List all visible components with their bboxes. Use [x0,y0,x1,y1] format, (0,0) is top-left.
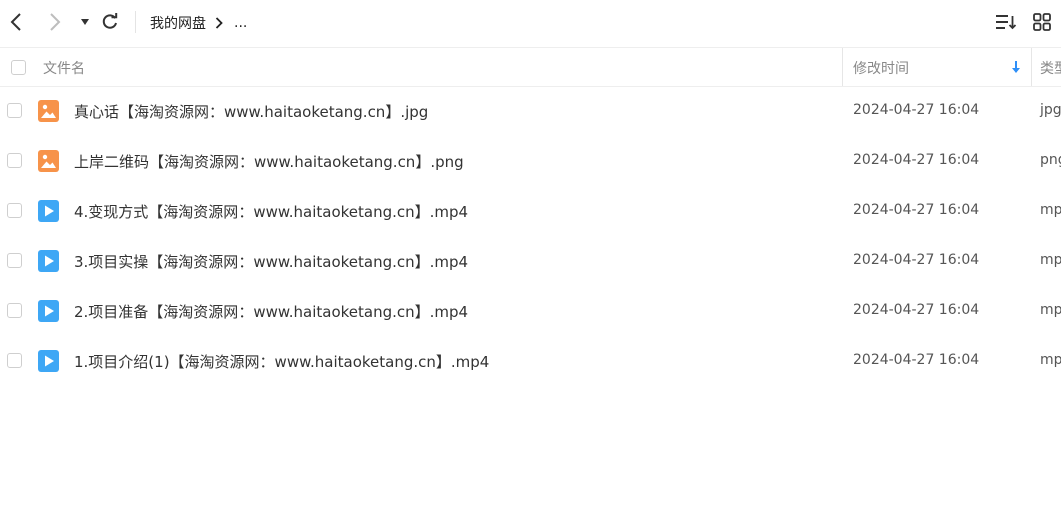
row-checkbox[interactable] [7,203,22,218]
breadcrumb-separator-icon [215,17,223,29]
chevron-right-icon [50,13,61,31]
file-modified-time: 2024-04-27 16:04 [853,352,980,368]
row-checkbox[interactable] [7,303,22,318]
file-modified-time: 2024-04-27 16:04 [853,202,980,218]
file-type: jpg [1040,102,1061,118]
sort-list-icon [996,15,1017,30]
file-modified-time: 2024-04-27 16:04 [853,102,980,118]
row-checkbox[interactable] [7,103,22,118]
column-divider [842,48,843,86]
video-file-icon [38,350,59,372]
column-header-modified[interactable]: 修改时间 [853,58,909,78]
file-type: mp4 [1040,352,1061,368]
file-name[interactable]: 2.项目准备【海淘资源网：www.haitaoketang.cn】.mp4 [74,301,468,322]
breadcrumb-root[interactable]: 我的网盘 [150,13,206,33]
toolbar-divider [135,11,136,33]
file-name[interactable]: 4.变现方式【海淘资源网：www.haitaoketang.cn】.mp4 [74,201,468,222]
video-file-icon [38,300,59,322]
grid-view-button[interactable] [1029,9,1055,35]
file-type: mp4 [1040,252,1061,268]
file-name[interactable]: 3.项目实操【海淘资源网：www.haitaoketang.cn】.mp4 [74,251,468,272]
sort-menu-button[interactable] [993,9,1019,35]
file-modified-time: 2024-04-27 16:04 [853,302,980,318]
refresh-icon [102,13,118,29]
file-row[interactable]: 3.项目实操【海淘资源网：www.haitaoketang.cn】.mp4 20… [0,236,1061,286]
file-type: mp4 [1040,302,1061,318]
video-file-icon [38,200,59,222]
breadcrumb: 我的网盘 ... [150,12,247,34]
sort-descending-icon [1012,61,1020,73]
row-checkbox[interactable] [7,353,22,368]
row-checkbox[interactable] [7,153,22,168]
file-name[interactable]: 上岸二维码【海淘资源网：www.haitaoketang.cn】.png [74,151,464,172]
file-modified-time: 2024-04-27 16:04 [853,252,980,268]
file-type: mp4 [1040,202,1061,218]
back-button[interactable] [3,9,29,35]
select-all-checkbox[interactable] [11,60,26,75]
file-row[interactable]: 4.变现方式【海淘资源网：www.haitaoketang.cn】.mp4 20… [0,186,1061,236]
file-list-header: 文件名 修改时间 类型 [0,47,1061,87]
video-file-icon [38,250,59,272]
image-file-icon [38,150,59,172]
forward-button[interactable] [42,9,68,35]
file-row[interactable]: 上岸二维码【海淘资源网：www.haitaoketang.cn】.png 202… [0,136,1061,186]
column-header-name[interactable]: 文件名 [43,58,85,78]
history-dropdown-button[interactable] [72,9,98,35]
file-name[interactable]: 1.项目介绍(1)【海淘资源网：www.haitaoketang.cn】.mp4 [74,351,489,372]
file-row[interactable]: 真心话【海淘资源网：www.haitaoketang.cn】.jpg 2024-… [0,86,1061,136]
chevron-left-icon [10,13,21,31]
toolbar: 我的网盘 ... [0,0,1061,46]
image-file-icon [38,100,59,122]
column-divider [1031,48,1032,86]
column-header-type[interactable]: 类型 [1040,58,1061,78]
row-checkbox[interactable] [7,253,22,268]
file-row[interactable]: 1.项目介绍(1)【海淘资源网：www.haitaoketang.cn】.mp4… [0,336,1061,386]
file-modified-time: 2024-04-27 16:04 [853,152,980,168]
caret-down-icon [81,19,89,25]
refresh-button[interactable] [97,9,123,35]
file-row[interactable]: 2.项目准备【海淘资源网：www.haitaoketang.cn】.mp4 20… [0,286,1061,336]
grid-view-icon [1033,13,1051,31]
type-column-clip: 类型 [1031,48,1061,86]
breadcrumb-more[interactable]: ... [234,15,247,31]
file-name[interactable]: 真心话【海淘资源网：www.haitaoketang.cn】.jpg [74,101,428,122]
file-type: png [1040,152,1061,168]
